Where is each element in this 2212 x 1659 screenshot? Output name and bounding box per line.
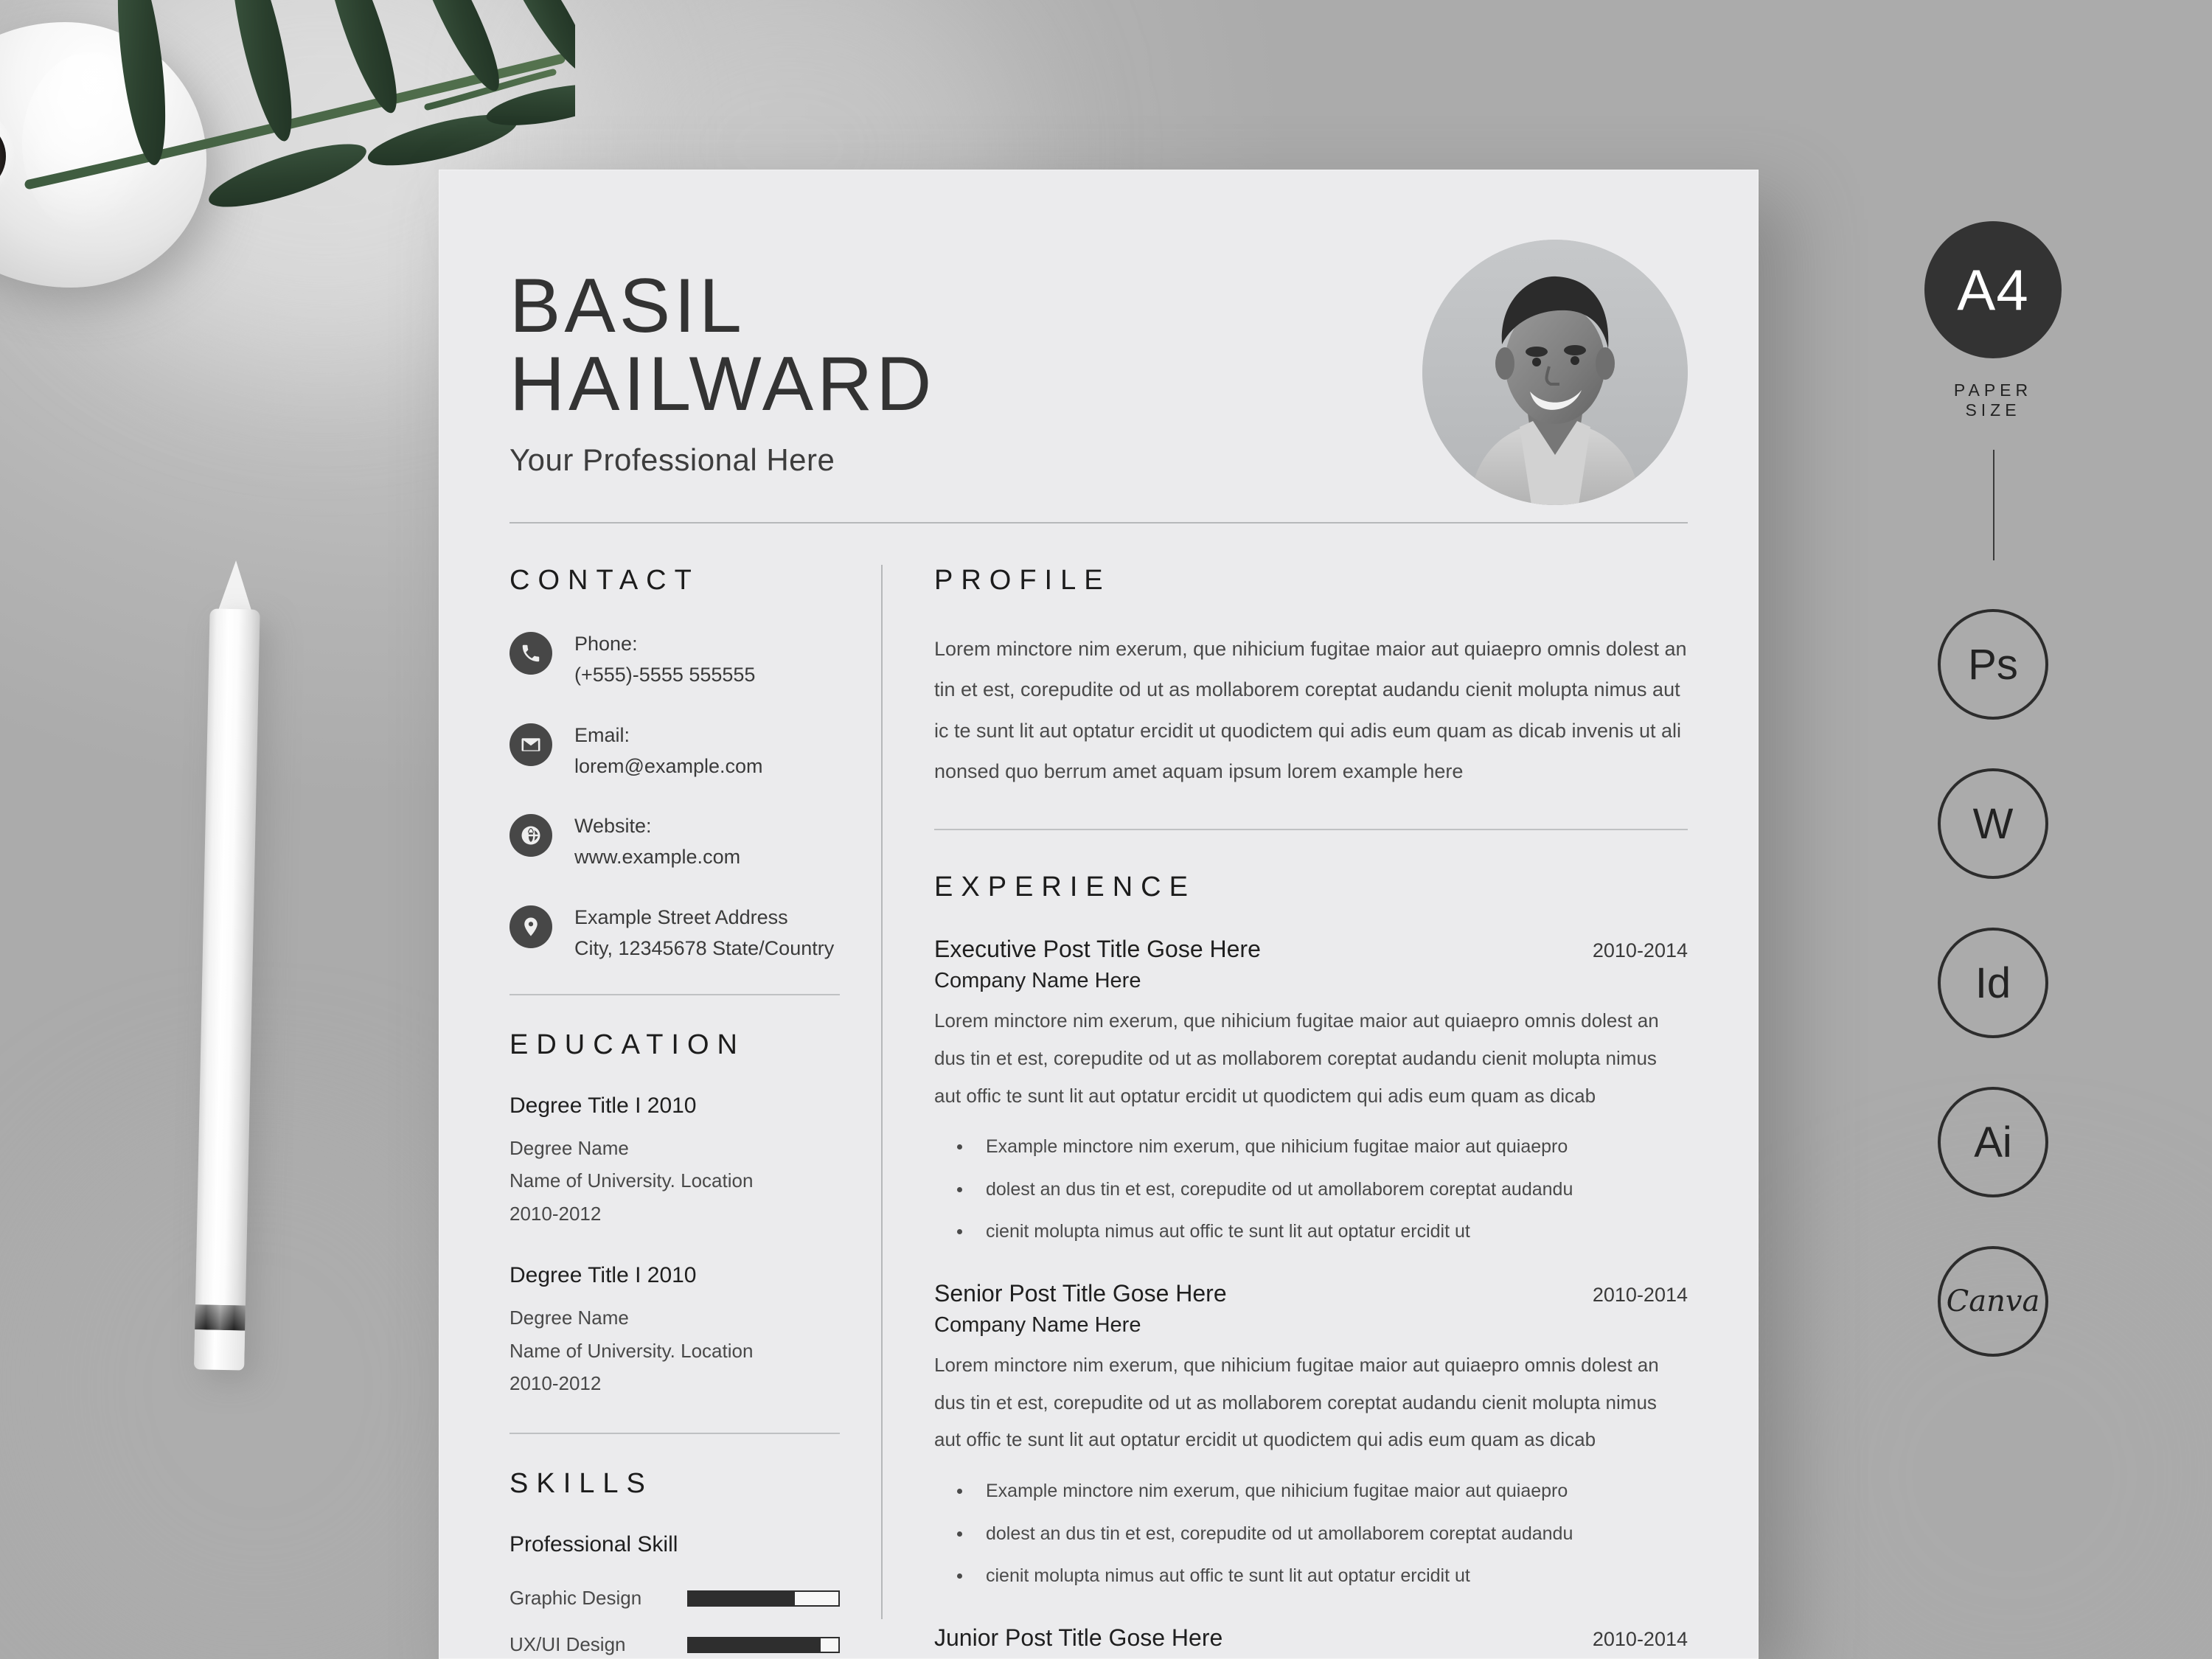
resume-header: BASIL HAILWARD Your Professional Here	[439, 170, 1759, 516]
skill-row: Graphic Design	[509, 1587, 840, 1610]
education-skills-divider	[509, 1433, 840, 1435]
experience-header: Executive Post Title Gose Here 2010-2014	[934, 936, 1688, 963]
experience-date: 2010-2014	[1592, 1283, 1688, 1306]
experience-date: 2010-2014	[1592, 1627, 1688, 1650]
contact-item-phone: Phone: (+555)-5555 555555	[509, 629, 840, 691]
address-line1: Example Street Address	[574, 906, 788, 929]
paper-size-badge: A4	[1924, 221, 2062, 358]
experience-post-title: Junior Post Title Gose Here	[934, 1624, 1223, 1651]
location-icon	[509, 905, 552, 949]
profile-experience-divider	[934, 829, 1688, 831]
education-title: Degree Title I 2010	[509, 1262, 697, 1287]
skill-bar	[687, 1636, 840, 1653]
job-title: Your Professional Here	[509, 442, 835, 478]
contact-item-website: Website: www.example.com	[509, 811, 840, 873]
experience-bullets: Example minctore nim exerum, que nihiciu…	[973, 1133, 1688, 1246]
skill-bar-fill	[689, 1638, 821, 1652]
list-item: dolest an dus tin et est, corepudite od …	[973, 1520, 1688, 1548]
experience-bullets: Example minctore nim exerum, que nihiciu…	[973, 1478, 1688, 1590]
list-item: dolest an dus tin et est, corepudite od …	[973, 1176, 1688, 1204]
last-name: HAILWARD	[509, 341, 936, 427]
address-text: Example Street Address City, 12345678 St…	[574, 902, 834, 964]
resume-body: CONTACT Phone: (+555)-5555 555555 Email:…	[439, 524, 1759, 1659]
experience-company: Company Name Here	[934, 1312, 1141, 1337]
skill-name: Graphic Design	[509, 1587, 642, 1610]
word-badge: W	[1938, 768, 2048, 879]
contact-item-address: Example Street Address City, 12345678 St…	[509, 902, 840, 964]
education-university: Name of University. Location	[509, 1169, 754, 1192]
phone-icon	[509, 632, 552, 675]
badge-connector-line	[1993, 450, 1994, 560]
profile-section-title: PROFILE	[934, 565, 1111, 596]
right-column: PROFILE Lorem minctore nim exerum, que n…	[883, 524, 1759, 1659]
pencil-shaft	[194, 608, 260, 1369]
canva-badge: Canva	[1938, 1246, 2048, 1357]
experience-company: Company Name Here	[934, 969, 1141, 993]
education-years: 2010-2012	[509, 1203, 602, 1225]
contact-education-divider	[509, 993, 840, 995]
experience-post-title: Senior Post Title Gose Here	[934, 1279, 1227, 1307]
pencil-band-sheen	[195, 1304, 246, 1331]
email-text: Email: lorem@example.com	[574, 720, 763, 782]
experience-item: Junior Post Title Gose Here 2010-2014 Co…	[934, 1624, 1688, 1659]
email-value: lorem@example.com	[574, 754, 763, 777]
avatar	[1422, 240, 1688, 505]
skill-name: UX/UI Design	[509, 1633, 626, 1656]
education-university: Name of University. Location	[509, 1339, 754, 1362]
address-line2: City, 12345678 State/Country	[574, 936, 835, 959]
skill-bar-fill	[689, 1591, 796, 1605]
experience-item: Executive Post Title Gose Here 2010-2014…	[934, 936, 1688, 1246]
email-icon	[509, 723, 552, 766]
list-item: Example minctore nim exerum, que nihiciu…	[973, 1133, 1688, 1161]
experience-post-title: Executive Post Title Gose Here	[934, 936, 1261, 963]
first-name: BASIL	[509, 262, 745, 349]
phone-label: Phone:	[574, 633, 638, 655]
pencil-end-cap	[194, 1329, 246, 1371]
experience-section-title: EXPERIENCE	[934, 872, 1196, 903]
experience-description: Lorem minctore nim exerum, que nihicium …	[934, 1353, 1659, 1451]
website-text: Website: www.example.com	[574, 811, 740, 873]
experience-description: Lorem minctore nim exerum, que nihicium …	[934, 1009, 1659, 1107]
list-item: cienit molupta nimus aut offic te sunt l…	[973, 1218, 1688, 1246]
skill-row: UX/UI Design	[509, 1633, 840, 1656]
skills-section-title: SKILLS	[509, 1468, 653, 1500]
education-item: Degree Title I 2010 Degree Name Name of …	[509, 1093, 840, 1231]
website-value: www.example.com	[574, 846, 741, 869]
resume-page: BASIL HAILWARD Your Professional Here CO…	[439, 170, 1759, 1659]
list-item: Example minctore nim exerum, que nihiciu…	[973, 1478, 1688, 1506]
contact-section-title: CONTACT	[509, 565, 700, 596]
education-years: 2010-2012	[509, 1372, 602, 1395]
experience-item: Senior Post Title Gose Here 2010-2014 Co…	[934, 1280, 1688, 1590]
pencil-tip	[217, 560, 254, 614]
email-label: Email:	[574, 723, 630, 746]
name-block: BASIL HAILWARD Your Professional Here	[509, 267, 935, 478]
phone-value: (+555)-5555 555555	[574, 663, 756, 686]
education-degree-name: Degree Name	[509, 1136, 629, 1159]
education-degree-name: Degree Name	[509, 1306, 629, 1329]
photoshop-badge: Ps	[1938, 609, 2048, 720]
experience-header: Senior Post Title Gose Here 2010-2014	[934, 1280, 1688, 1307]
indesign-badge: Id	[1938, 928, 2048, 1038]
format-badges-panel: A4 PAPER SIZE Ps W Id Ai Canva	[1910, 221, 2131, 1357]
education-item: Degree Title I 2010 Degree Name Name of …	[509, 1263, 840, 1400]
paper-size-label: PAPER SIZE	[1953, 380, 2033, 420]
education-section-title: EDUCATION	[509, 1029, 745, 1060]
list-item: cienit molupta nimus aut offic te sunt l…	[973, 1562, 1688, 1590]
illustrator-badge: Ai	[1938, 1087, 2048, 1197]
experience-date: 2010-2014	[1592, 939, 1688, 962]
skill-bar	[687, 1590, 840, 1607]
left-column: CONTACT Phone: (+555)-5555 555555 Email:…	[439, 524, 881, 1659]
website-icon	[509, 814, 552, 858]
education-title: Degree Title I 2010	[509, 1093, 697, 1118]
contact-item-email: Email: lorem@example.com	[509, 720, 840, 782]
skills-group-label: Professional Skill	[509, 1532, 678, 1557]
portrait-photo	[1422, 240, 1688, 505]
phone-text: Phone: (+555)-5555 555555	[574, 629, 755, 691]
website-label: Website:	[574, 815, 652, 838]
profile-text: Lorem minctore nim exerum, que nihicium …	[934, 638, 1687, 783]
experience-header: Junior Post Title Gose Here 2010-2014	[934, 1624, 1688, 1652]
